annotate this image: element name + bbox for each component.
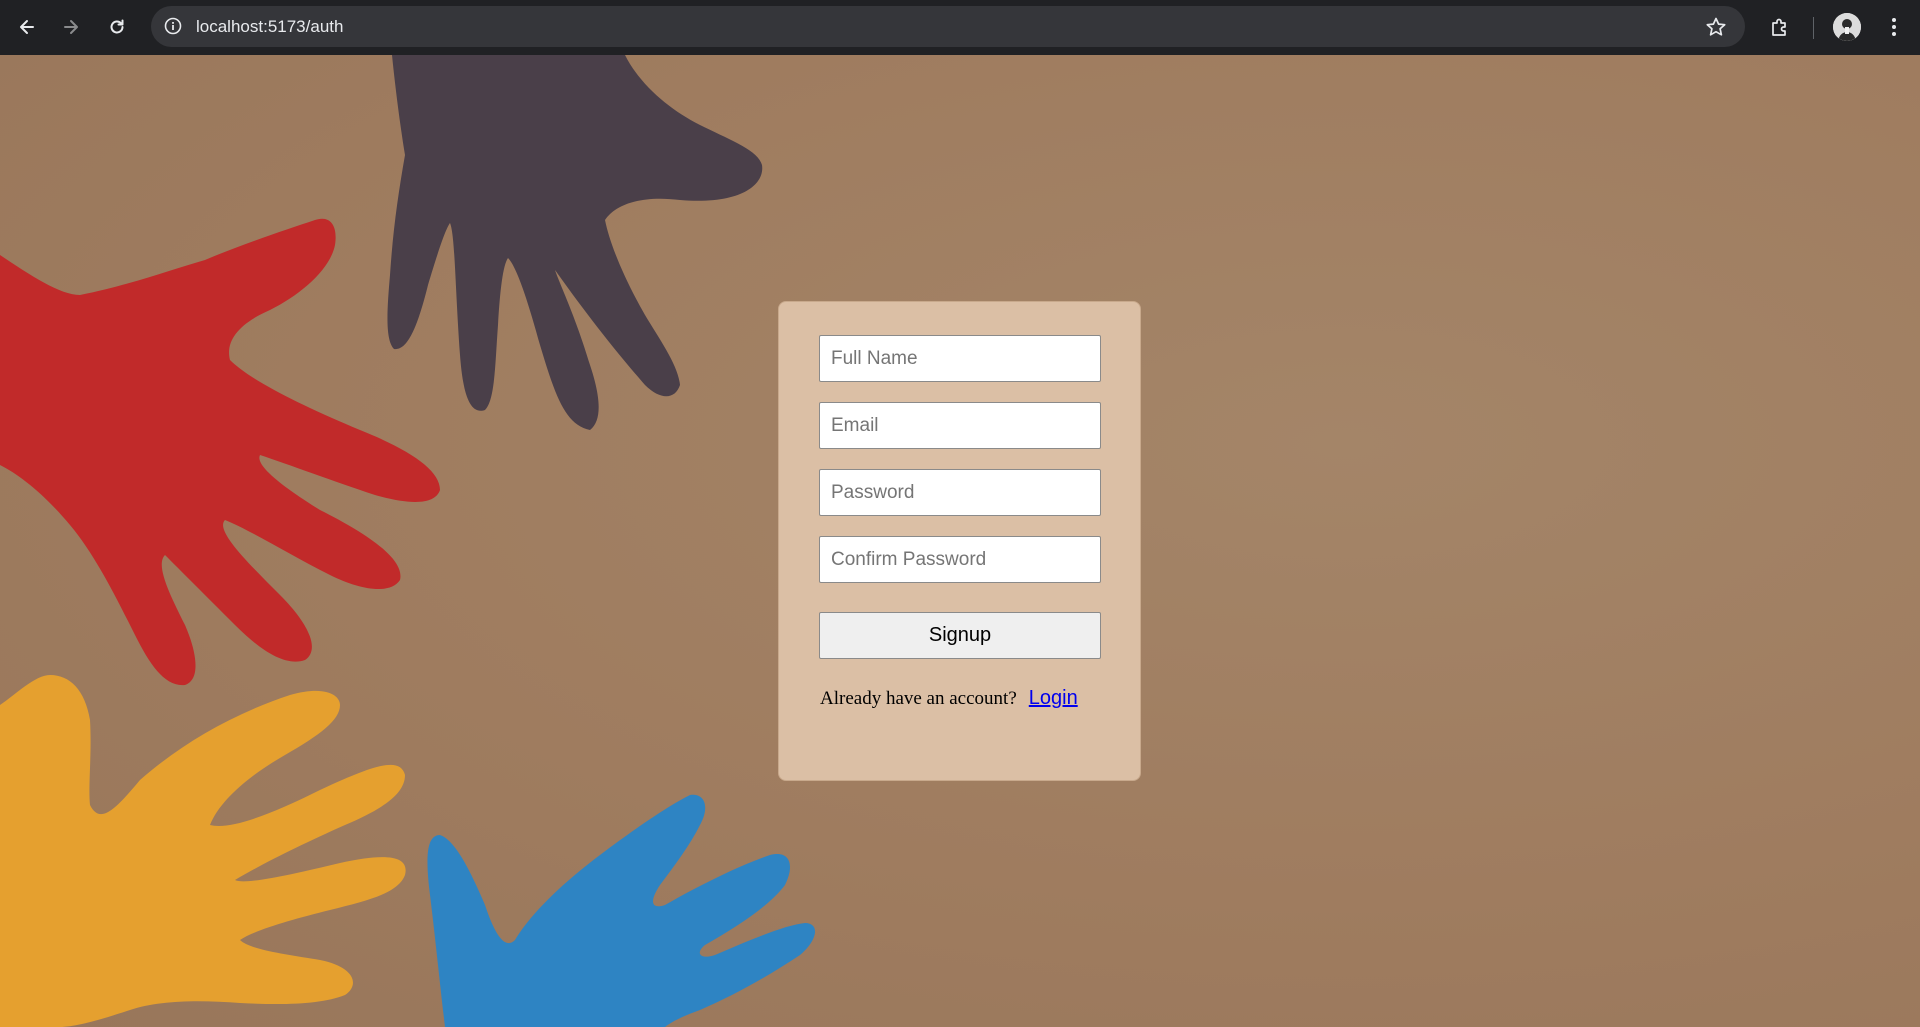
kebab-menu-icon xyxy=(1892,18,1896,36)
orange-hand xyxy=(0,675,406,1027)
extensions-button[interactable] xyxy=(1766,13,1794,41)
star-icon[interactable] xyxy=(1704,15,1728,39)
arrow-right-icon xyxy=(64,20,78,34)
login-prompt-text: Already have an account? xyxy=(820,688,1017,709)
full-name-input[interactable] xyxy=(819,335,1101,382)
login-prompt-row: Already have an account? Login xyxy=(820,687,1078,710)
address-bar[interactable]: localhost:5173/auth xyxy=(151,6,1745,47)
reload-button[interactable] xyxy=(104,14,130,40)
confirm-password-input[interactable] xyxy=(819,536,1101,583)
url-text[interactable]: localhost:5173/auth xyxy=(196,17,343,37)
email-input[interactable] xyxy=(819,402,1101,449)
signup-card: Signup Already have an account? Login xyxy=(778,301,1141,781)
browser-toolbar: localhost:5173/auth xyxy=(0,0,1920,55)
toolbar-separator xyxy=(1813,17,1814,39)
password-input[interactable] xyxy=(819,469,1101,516)
dark-purple-hand xyxy=(387,55,763,430)
blue-hand xyxy=(427,794,816,1027)
page-viewport: Signup Already have an account? Login xyxy=(0,55,1920,1027)
arrow-left-icon xyxy=(20,20,34,34)
puzzle-icon xyxy=(1772,18,1786,36)
signup-button[interactable]: Signup xyxy=(819,612,1101,659)
avatar-icon xyxy=(1833,13,1861,41)
profile-avatar[interactable] xyxy=(1833,13,1861,41)
reload-icon xyxy=(110,19,124,34)
info-icon[interactable] xyxy=(163,16,183,36)
login-link[interactable]: Login xyxy=(1029,687,1078,709)
browser-menu-button[interactable] xyxy=(1880,13,1908,41)
red-hand xyxy=(0,218,440,686)
back-button[interactable] xyxy=(14,14,40,40)
forward-button[interactable] xyxy=(58,14,84,40)
